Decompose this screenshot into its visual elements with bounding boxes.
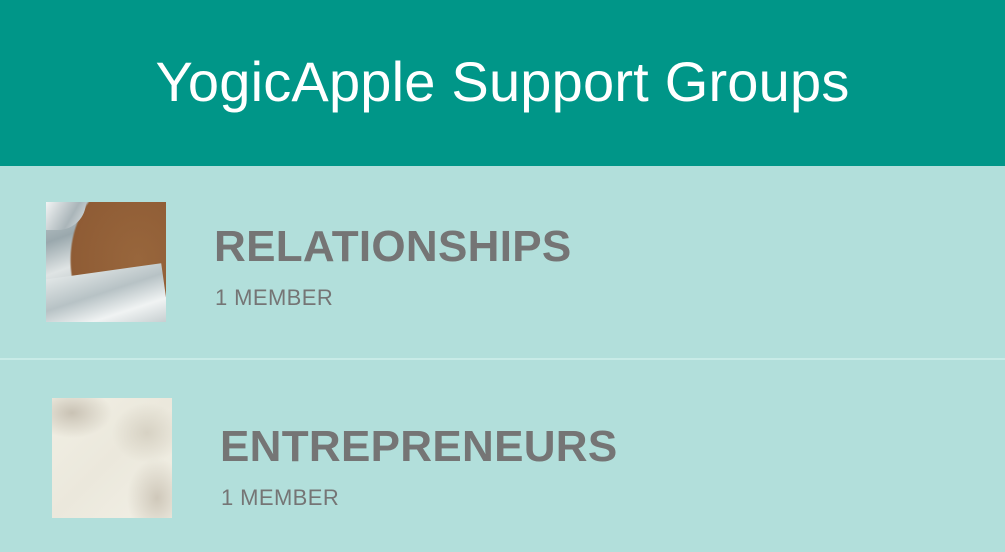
- app-bar: YogicApple Support Groups: [0, 0, 1005, 166]
- group-name: ENTREPRENEURS: [220, 422, 618, 471]
- group-thumbnail: [52, 398, 172, 518]
- group-list: RELATIONSHIPS 1 MEMBER ENTREPRENEURS 1 M…: [0, 166, 1005, 548]
- page-title: YogicApple Support Groups: [155, 49, 850, 113]
- group-name: RELATIONSHIPS: [214, 222, 572, 271]
- group-member-count: 1 MEMBER: [215, 285, 334, 310]
- group-item-entrepreneurs[interactable]: ENTREPRENEURS 1 MEMBER: [0, 360, 1005, 552]
- group-thumbnail: [46, 202, 166, 322]
- group-item-relationships[interactable]: RELATIONSHIPS 1 MEMBER: [0, 166, 1005, 360]
- group-member-count: 1 MEMBER: [221, 485, 340, 510]
